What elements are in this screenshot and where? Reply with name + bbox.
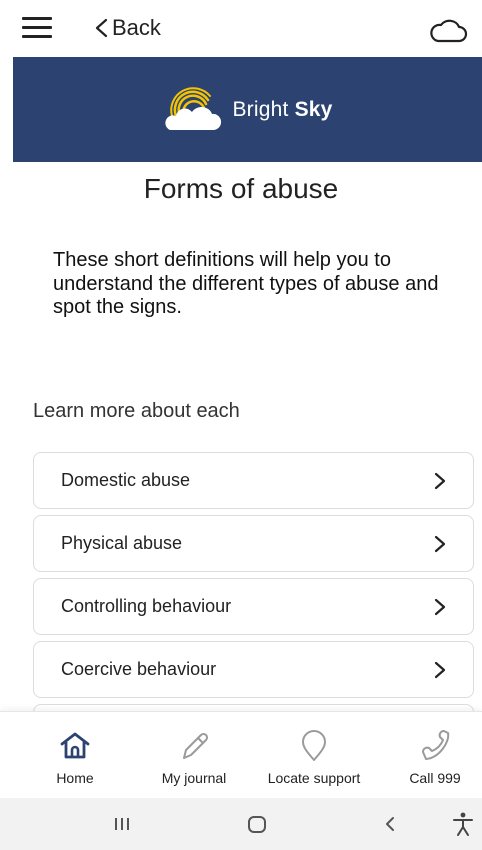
home-icon [60,732,90,759]
list-item-domestic-abuse[interactable]: Domestic abuse [33,452,474,509]
back-button[interactable]: Back [92,14,161,42]
bright-sky-logo: Bright Sky [162,86,332,134]
nav-label-locate-support: Locate support [267,770,361,786]
list-item-label: Coercive behaviour [61,659,217,679]
cloud-icon[interactable] [428,16,468,44]
brand-name-bold: Sky [294,97,333,121]
chevron-right-icon [434,661,446,679]
list-item-label: Physical abuse [61,533,183,553]
phone-icon [422,730,450,760]
brand-banner: Bright Sky [13,57,482,162]
section-label: Learn more about each [33,400,240,422]
hamburger-menu-icon[interactable] [22,15,52,39]
bottom-navigation: Home My journal Locate support Call 999 [0,711,482,798]
nav-locate-support[interactable]: Locate support [254,712,374,799]
system-navigation-bar [0,798,482,850]
sun-cloud-logo-icon [165,86,222,130]
nav-my-journal[interactable]: My journal [150,712,238,799]
chevron-right-icon [434,472,446,490]
nav-label-home: Home [56,770,94,786]
nav-call-999[interactable]: Call 999 [398,712,472,799]
chevron-right-icon [434,535,446,553]
list-item-physical-abuse[interactable]: Physical abuse [33,515,474,572]
brand-name: Bright Sky [232,98,332,122]
brand-name-regular: Bright [232,97,295,121]
list-item-controlling-behaviour[interactable]: Controlling behaviour [33,578,474,635]
intro-text: These short definitions will help you to… [53,249,439,318]
nav-label-my-journal: My journal [161,770,227,786]
abuse-types-list: Domestic abuse Physical abuse Controllin… [33,452,474,712]
nav-label-call-999: Call 999 [409,770,461,786]
chevron-right-icon [434,598,446,616]
list-item-coercive-behaviour[interactable]: Coercive behaviour [33,641,474,698]
nav-home[interactable]: Home [38,712,112,799]
back-arrow-icon[interactable] [375,810,405,838]
top-app-bar: Back [0,0,482,57]
page-title: Forms of abuse [143,173,339,204]
back-label: Back [112,15,161,40]
pencil-icon [183,732,209,759]
home-circle-icon[interactable] [242,810,272,838]
list-item-label: Domestic abuse [61,470,191,490]
recent-apps-icon[interactable] [107,810,137,838]
location-pin-icon [302,730,326,761]
list-item-label: Controlling behaviour [61,596,232,616]
accessibility-icon[interactable] [448,810,478,838]
chevron-left-icon [95,18,108,38]
